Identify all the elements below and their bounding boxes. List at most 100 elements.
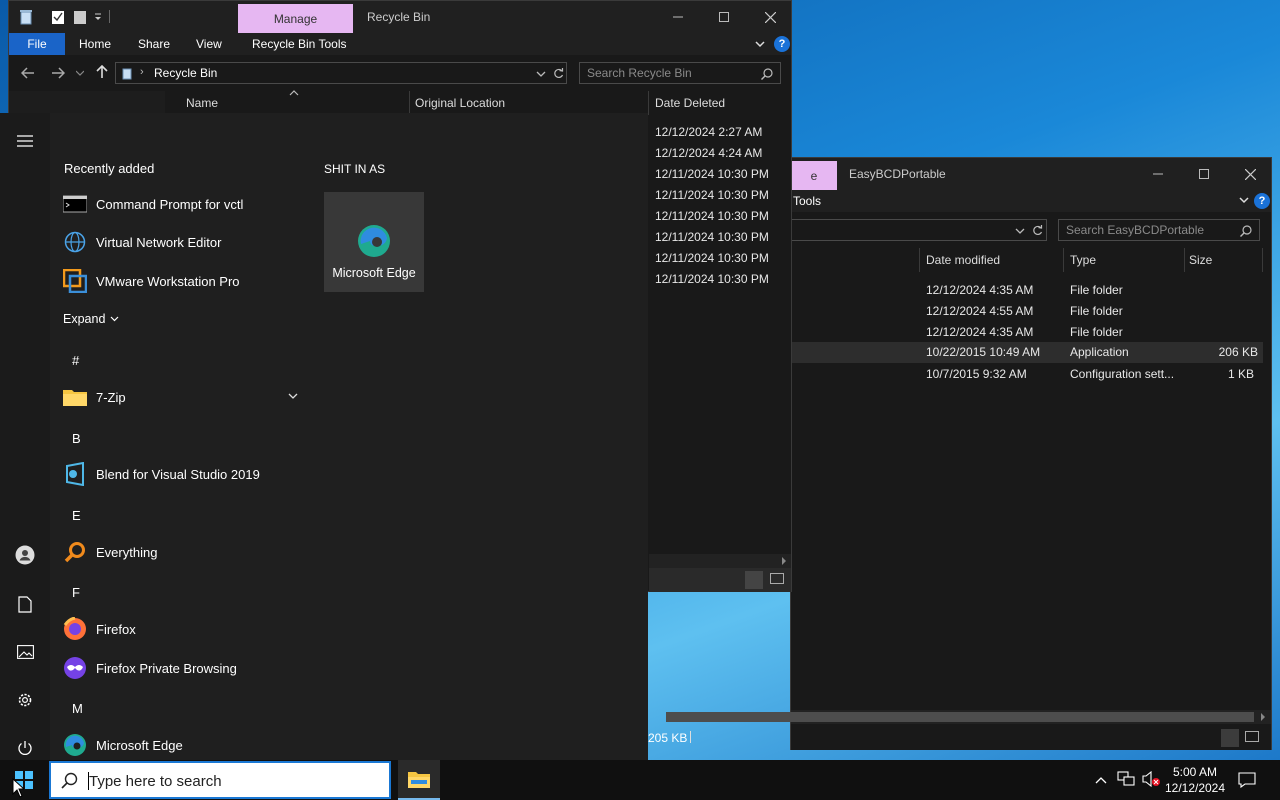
expand-button[interactable]: Expand — [63, 312, 119, 326]
tab-file[interactable]: File — [9, 33, 65, 55]
address-bar[interactable] — [789, 219, 1047, 241]
column-divider[interactable] — [648, 91, 649, 115]
tab-recycle-bin-tools[interactable]: Recycle Bin Tools — [252, 33, 347, 55]
list-item-command-prompt-vctl[interactable]: Command Prompt for vctl — [58, 186, 308, 222]
taskbar-file-explorer[interactable] — [398, 760, 440, 800]
chevron-down-icon — [1239, 197, 1249, 204]
column-date-modified[interactable]: Date modified — [926, 248, 1000, 272]
column-size[interactable]: Size — [1189, 248, 1212, 272]
view-details-button[interactable] — [1221, 729, 1239, 747]
date-deleted-cell[interactable]: 12/11/2024 10:30 PM — [655, 251, 769, 265]
date-deleted-cell[interactable]: 12/11/2024 10:30 PM — [655, 188, 769, 202]
list-item-firefox-private[interactable]: Firefox Private Browsing — [58, 650, 308, 686]
list-item-microsoft-edge[interactable]: Microsoft Edge — [58, 727, 308, 763]
section-letter-m[interactable]: M — [72, 701, 83, 716]
list-item-vmware-workstation[interactable]: VMware Workstation Pro — [58, 263, 308, 299]
show-hidden-icons-button[interactable] — [1095, 773, 1107, 787]
list-item-blend[interactable]: Blend for Visual Studio 2019 — [58, 456, 308, 492]
date-deleted-cell[interactable]: 12/11/2024 10:30 PM — [655, 272, 769, 286]
network-tray-button[interactable] — [1117, 771, 1135, 790]
power-button[interactable] — [14, 737, 36, 759]
tile-group-title[interactable]: SHIT IN AS — [324, 162, 385, 176]
scroll-right-icon — [1261, 713, 1265, 721]
back-arrow-icon[interactable] — [21, 66, 35, 80]
date-deleted-cell[interactable]: 12/12/2024 2:27 AM — [655, 125, 762, 139]
easybcd-explorer-window[interactable]: e EasyBCDPortable Tools ? Search EasyBCD… — [666, 157, 1272, 750]
tile-microsoft-edge[interactable]: Microsoft Edge — [324, 192, 424, 292]
tab-view[interactable]: View — [196, 33, 222, 55]
minimize-button[interactable] — [1135, 158, 1181, 190]
table-row[interactable]: 10/7/2015 9:32 AM Configuration sett... … — [791, 364, 1261, 384]
list-item-virtual-network-editor[interactable]: Virtual Network Editor — [58, 224, 308, 260]
forward-arrow-icon[interactable] — [51, 66, 65, 80]
window-title: Recycle Bin — [367, 10, 431, 24]
column-original-location[interactable]: Original Location — [415, 91, 505, 115]
tab-share[interactable]: Share — [138, 33, 170, 55]
sort-ascending-icon — [289, 90, 299, 96]
section-letter-f[interactable]: F — [72, 585, 80, 600]
column-divider[interactable] — [1063, 248, 1064, 272]
pictures-button[interactable] — [14, 641, 36, 663]
address-bar[interactable]: › Recycle Bin — [115, 62, 567, 84]
column-type[interactable]: Type — [1070, 248, 1096, 272]
taskbar-search-box[interactable]: Type here to search — [49, 761, 391, 799]
manage-tab[interactable]: Manage — [238, 4, 353, 33]
table-row[interactable]: 12/12/2024 4:35 AM File folder — [791, 322, 1261, 342]
collapse-ribbon-button[interactable] — [755, 38, 765, 52]
section-letter-hash[interactable]: # — [72, 353, 79, 368]
clock[interactable]: 5:00 AM 12/12/2024 — [1160, 764, 1230, 796]
hamburger-menu-button[interactable] — [14, 130, 36, 152]
close-button[interactable] — [1227, 158, 1273, 190]
scrollbar-thumb[interactable] — [666, 712, 1254, 722]
collapse-ribbon-button[interactable] — [1239, 194, 1249, 208]
search-icon — [1240, 225, 1252, 237]
manage-tab[interactable]: e — [791, 161, 837, 190]
section-letter-b[interactable]: B — [72, 431, 81, 446]
close-button[interactable] — [747, 1, 793, 33]
table-row[interactable]: 12/12/2024 4:35 AM File folder — [791, 280, 1261, 300]
volume-tray-button[interactable] — [1142, 770, 1162, 790]
start-button[interactable] — [0, 760, 48, 800]
recent-locations-icon[interactable] — [76, 69, 84, 77]
tab-home[interactable]: Home — [79, 33, 111, 55]
date-deleted-cell[interactable]: 12/12/2024 4:24 AM — [655, 146, 762, 160]
help-button[interactable]: ? — [774, 36, 790, 52]
documents-button[interactable] — [14, 593, 36, 615]
up-arrow-icon[interactable] — [95, 65, 109, 79]
view-tiles-button[interactable] — [1245, 731, 1259, 742]
settings-button[interactable] — [14, 689, 36, 711]
date-deleted-cell[interactable]: 12/11/2024 10:30 PM — [655, 209, 769, 223]
tab-tools[interactable]: Tools — [793, 190, 821, 212]
table-row[interactable]: 12/12/2024 4:55 AM File folder — [791, 301, 1261, 321]
search-input[interactable]: Search Recycle Bin — [579, 62, 781, 84]
column-name[interactable]: Name — [186, 91, 218, 115]
list-item-firefox[interactable]: Firefox — [58, 611, 308, 647]
list-item-7-zip[interactable]: 7-Zip — [58, 379, 302, 415]
view-details-button[interactable] — [745, 571, 763, 589]
horizontal-scrollbar[interactable] — [649, 554, 791, 568]
date-deleted-cell[interactable]: 12/11/2024 10:30 PM — [655, 230, 769, 244]
title-bar[interactable]: e EasyBCDPortable — [791, 158, 1271, 190]
view-tiles-button[interactable] — [770, 573, 784, 584]
pictures-icon — [16, 645, 34, 659]
breadcrumb-recycle-bin[interactable]: Recycle Bin — [154, 66, 217, 80]
table-row-selected[interactable]: 10/22/2015 10:49 AM Application 206 KB — [791, 342, 1263, 363]
list-item-everything[interactable]: Everything — [58, 534, 308, 570]
search-input[interactable]: Search EasyBCDPortable — [1058, 219, 1260, 241]
column-divider[interactable] — [409, 91, 410, 115]
column-divider[interactable] — [1184, 248, 1185, 272]
maximize-button[interactable] — [1181, 158, 1227, 190]
column-date-deleted[interactable]: Date Deleted — [655, 91, 725, 115]
help-button[interactable]: ? — [1254, 193, 1270, 209]
maximize-button[interactable] — [701, 1, 747, 33]
section-letter-e[interactable]: E — [72, 508, 81, 523]
action-center-button[interactable] — [1238, 772, 1256, 791]
date-deleted-cell[interactable]: 12/11/2024 10:30 PM — [655, 167, 769, 181]
search-icon — [761, 68, 773, 80]
minimize-button[interactable] — [655, 1, 701, 33]
column-divider[interactable] — [919, 248, 920, 272]
user-account-button[interactable] — [14, 544, 36, 566]
horizontal-scrollbar[interactable] — [666, 710, 1271, 724]
column-divider[interactable] — [1262, 248, 1263, 272]
title-bar[interactable]: Manage Recycle Bin — [9, 1, 791, 33]
